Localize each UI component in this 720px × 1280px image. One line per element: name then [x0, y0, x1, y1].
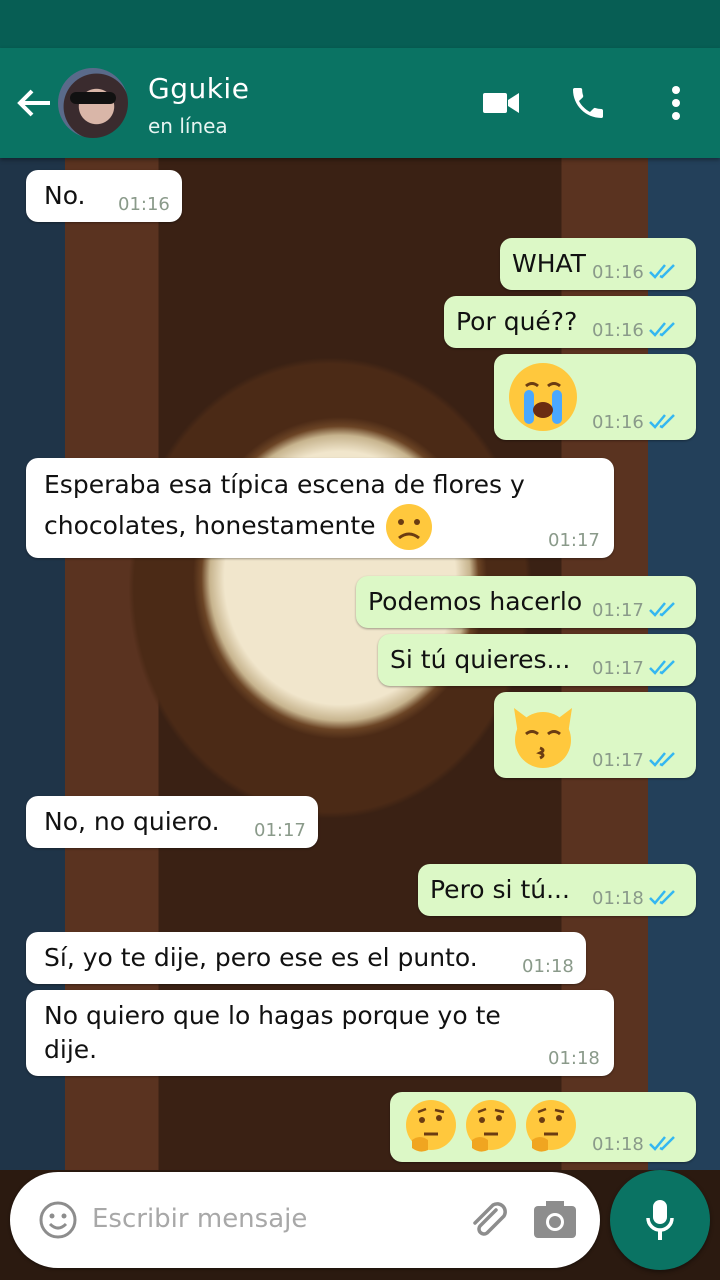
message-bubble-incoming[interactable]: Esperaba esa típica escena de flores y c…	[26, 458, 614, 558]
message-time: 01:17	[254, 820, 306, 841]
message-text: Sí, yo te dije, pero ese es el punto.	[44, 943, 478, 972]
message-input-placeholder[interactable]: Escribir mensaje	[92, 1204, 307, 1234]
message-time: 01:18	[548, 1048, 600, 1069]
contact-name[interactable]: Ggukie	[148, 72, 249, 105]
message-text-line: chocolates, honestamente	[44, 511, 376, 540]
message-text: No, no quiero.	[44, 807, 220, 836]
more-vert-icon[interactable]	[651, 78, 701, 128]
chat-area[interactable]: No. 01:16 WHAT 01:16 Por qué?? 01:16 01:…	[0, 158, 720, 1170]
message-text: Si tú quieres...	[390, 645, 571, 674]
message-text: Por qué??	[456, 307, 578, 336]
message-time: 01:16	[592, 412, 644, 433]
avatar[interactable]	[58, 68, 128, 138]
chat-header: Ggukie en línea	[0, 48, 720, 158]
slightly-frowning-face-icon	[386, 504, 432, 550]
thinking-face-icon	[526, 1100, 576, 1152]
message-text-line: No quiero que lo hagas porque yo te	[44, 1001, 501, 1030]
read-ticks-icon	[649, 660, 675, 675]
thinking-face-icon	[466, 1100, 516, 1152]
message-bubble-incoming[interactable]: No, no quiero. 01:17	[26, 796, 318, 848]
message-bubble-incoming[interactable]: No quiero que lo hagas porque yo te dije…	[26, 990, 614, 1076]
read-ticks-icon	[649, 1136, 675, 1151]
message-bubble-outgoing[interactable]: Pero si tú... 01:18	[418, 864, 696, 916]
message-time: 01:18	[592, 1134, 644, 1155]
message-bubble-outgoing[interactable]: Por qué?? 01:16	[444, 296, 696, 348]
message-text-line: dije.	[44, 1035, 98, 1064]
crying-face-icon	[509, 363, 577, 431]
read-ticks-icon	[649, 890, 675, 905]
read-ticks-icon	[649, 752, 675, 767]
message-time: 01:17	[592, 600, 644, 621]
message-time: 01:18	[522, 956, 574, 977]
video-call-icon[interactable]	[476, 78, 526, 128]
message-time: 01:16	[592, 262, 644, 283]
message-bubble-outgoing[interactable]: Podemos hacerlo 01:17	[356, 576, 696, 628]
message-bubble-outgoing[interactable]: Si tú quieres... 01:17	[378, 634, 696, 686]
message-time: 01:17	[548, 530, 600, 551]
message-bubble-outgoing[interactable]: 01:18	[390, 1092, 696, 1162]
thinking-face-icon	[406, 1100, 456, 1152]
read-ticks-icon	[649, 414, 675, 429]
message-time: 01:18	[592, 888, 644, 909]
camera-icon[interactable]	[532, 1198, 578, 1246]
attach-icon[interactable]	[466, 1198, 510, 1246]
mic-button[interactable]	[610, 1170, 710, 1270]
message-time: 01:16	[592, 320, 644, 341]
message-time: 01:17	[592, 658, 644, 679]
message-text-line: Esperaba esa típica escena de flores y	[44, 470, 525, 499]
status-bar	[0, 0, 720, 48]
message-time: 01:16	[118, 194, 170, 215]
message-bubble-outgoing[interactable]: 01:17	[494, 692, 696, 778]
message-bubble-outgoing[interactable]: 01:16	[494, 354, 696, 440]
message-text: WHAT	[512, 249, 586, 278]
message-text: Podemos hacerlo	[368, 587, 583, 616]
read-ticks-icon	[649, 322, 675, 337]
message-input-bar[interactable]: Escribir mensaje	[10, 1172, 600, 1268]
message-text: No.	[44, 181, 86, 210]
back-arrow-icon[interactable]	[14, 85, 54, 121]
message-bubble-outgoing[interactable]: WHAT 01:16	[500, 238, 696, 290]
kissing-cat-icon	[514, 708, 572, 768]
mic-icon	[646, 1200, 674, 1240]
message-bubble-incoming[interactable]: Sí, yo te dije, pero ese es el punto. 01…	[26, 932, 586, 984]
message-text: Pero si tú...	[430, 875, 570, 904]
contact-status: en línea	[148, 114, 228, 138]
emoji-icon[interactable]	[38, 1200, 78, 1244]
message-time: 01:17	[592, 750, 644, 771]
read-ticks-icon	[649, 602, 675, 617]
read-ticks-icon	[649, 264, 675, 279]
message-bubble-incoming[interactable]: No. 01:16	[26, 170, 182, 222]
phone-icon[interactable]	[563, 78, 613, 128]
